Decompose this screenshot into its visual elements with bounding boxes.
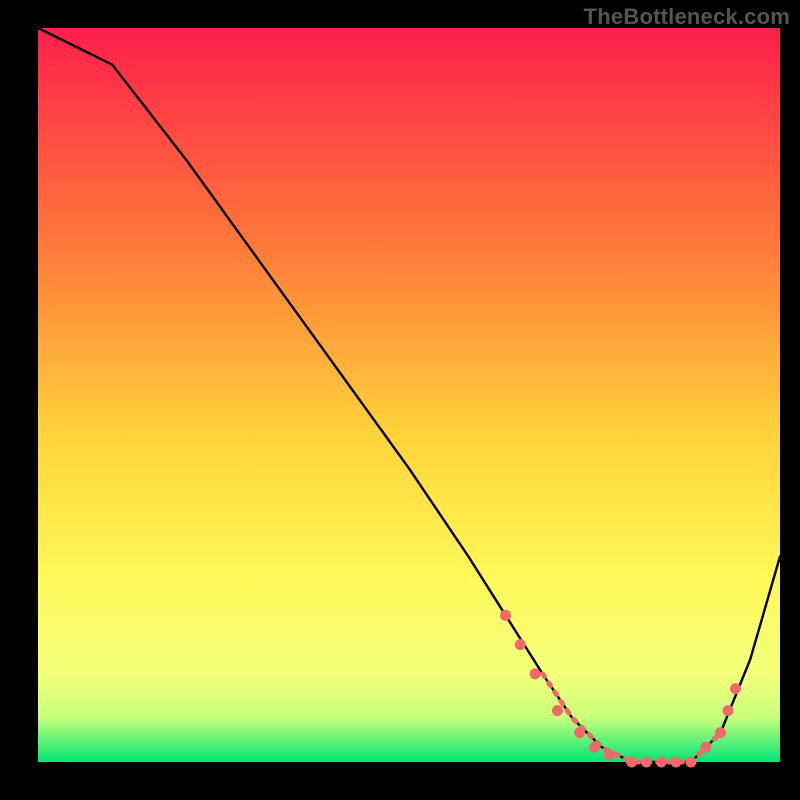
curve-marker: [700, 742, 711, 753]
curve-marker: [656, 757, 667, 768]
curve-marker: [730, 683, 741, 694]
curve-marker: [723, 705, 734, 716]
curve-marker: [574, 727, 585, 738]
curve-marker: [626, 757, 637, 768]
plot-background: [38, 28, 780, 762]
curve-marker: [686, 757, 697, 768]
curve-marker: [515, 639, 526, 650]
bottleneck-chart: [0, 0, 800, 800]
curve-marker: [671, 757, 682, 768]
curve-marker: [604, 749, 615, 760]
curve-marker: [500, 610, 511, 621]
curve-marker: [589, 742, 600, 753]
curve-marker: [715, 727, 726, 738]
chart-frame: TheBottleneck.com: [0, 0, 800, 800]
attribution-label: TheBottleneck.com: [584, 4, 790, 30]
curve-marker: [641, 757, 652, 768]
curve-marker: [530, 668, 541, 679]
curve-marker: [552, 705, 563, 716]
